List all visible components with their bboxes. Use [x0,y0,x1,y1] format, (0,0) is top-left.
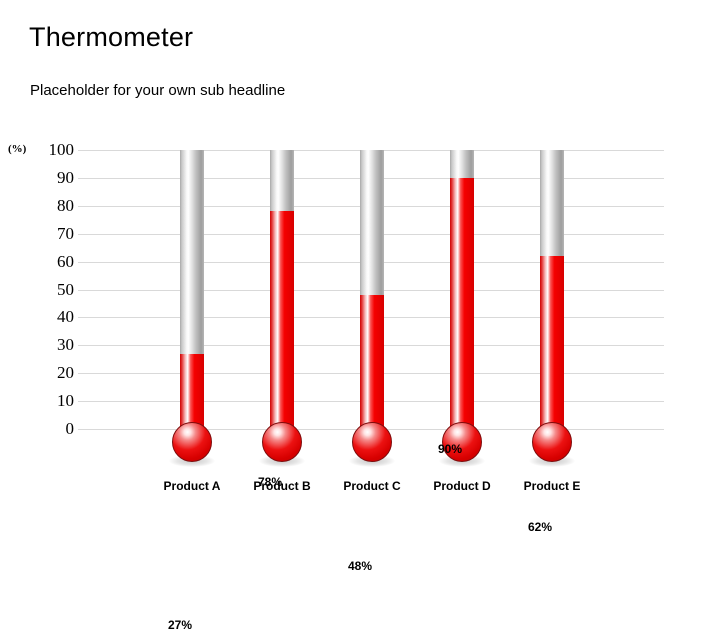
plot-area: 27% 78% 48% 90% 62% [78,150,664,632]
thermometer-bulb [352,422,392,462]
thermometer-fill [540,256,564,429]
thermometer-fill [450,177,474,429]
y-axis-tick-label: 80 [57,195,74,215]
page-subtitle: Placeholder for your own sub headline [30,82,286,99]
y-axis-tick-label: 70 [57,223,74,243]
data-label: 27% [167,617,192,632]
y-axis-tick-label: 30 [57,335,74,355]
thermometer-bulb [532,422,572,462]
y-axis-tick-label: 10 [57,391,74,411]
thermometer-fill [360,295,384,429]
y-axis-tick-label: 20 [57,363,74,383]
data-label: 90% [437,441,462,456]
y-axis-tick-label: 0 [65,419,75,438]
data-label: 48% [347,559,372,574]
y-axis-tick-label: 90 [57,167,74,187]
thermometer-chart: Thermometer Placeholder for your own sub… [0,0,720,632]
y-axis-tick-label: 50 [57,279,74,299]
thermometer-bulb [172,422,212,462]
thermometer-fill [270,211,294,429]
data-label: 62% [527,520,552,535]
data-label: 78% [257,475,282,490]
thermometer-fill [180,353,204,429]
thermometer-bulb [262,422,302,462]
page-title: Thermometer [29,22,194,52]
y-axis-tick-label: 60 [57,251,74,271]
y-axis: 100 90 80 70 60 50 40 30 20 10 0 [8,140,75,438]
y-axis-tick-label: 40 [57,307,74,327]
x-axis-category-label: Product E [523,479,581,493]
y-axis-tick-label: 100 [48,140,75,159]
